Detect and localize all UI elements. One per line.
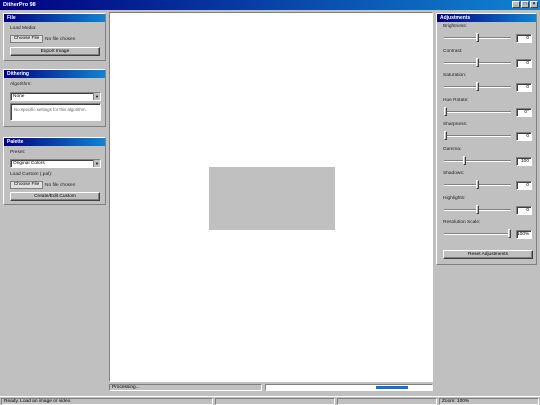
progress-bar (265, 384, 433, 391)
adjustments-panel-title: Adjustments (437, 14, 536, 22)
algorithm-settings-note: No specific settings for this algorithm. (10, 103, 101, 121)
algorithm-select[interactable]: None ▼ (10, 92, 101, 101)
brightness-slider-thumb[interactable] (476, 33, 479, 42)
reset-adjustments-button[interactable]: Reset Adjustments (443, 250, 533, 259)
processing-label: Processing... (109, 384, 262, 391)
status-text: Ready. Load an image or video. (1, 398, 213, 405)
load-custom-label: Load Custom (.pal): (10, 172, 53, 177)
resolution-scale-label: Resolution Scale: (443, 220, 481, 225)
chevron-down-icon[interactable]: ▼ (93, 93, 100, 100)
chevron-down-icon[interactable]: ▼ (93, 160, 100, 167)
no-palette-file-label: No file chosen (45, 183, 76, 188)
palette-panel-title: Palette (4, 138, 105, 146)
preset-value: Original Colors (13, 161, 45, 166)
status-cell-empty-1 (215, 398, 335, 405)
algorithm-value: None (13, 94, 25, 99)
no-media-file-label: No file chosen (45, 37, 76, 42)
title-bar: DitherPro 98 _ □ × (0, 0, 540, 10)
sharpness-slider-track[interactable] (444, 135, 511, 137)
shadows-label: Shadows: (443, 171, 465, 176)
shadows-slider-thumb[interactable] (476, 180, 479, 189)
maximize-button[interactable]: □ (521, 1, 529, 8)
load-media-label: Load Media: (10, 26, 37, 31)
dithering-panel-title: Dithering (4, 70, 105, 78)
gamma-slider-thumb[interactable] (463, 155, 467, 165)
highlights-value-input[interactable]: 0 (516, 205, 532, 215)
brightness-label: Brightness: (443, 24, 467, 29)
resolution-scale-value-input[interactable]: 100% (516, 230, 532, 239)
minimize-button[interactable]: _ (512, 1, 520, 8)
brightness-value-input[interactable]: 0 (516, 34, 532, 43)
app-title: DitherPro 98 (3, 2, 36, 8)
contrast-slider-thumb[interactable] (476, 57, 479, 67)
gamma-label: Gamma: (443, 146, 462, 152)
gamma-slider-track[interactable] (444, 159, 511, 162)
preview-canvas[interactable] (109, 12, 433, 382)
resolution-scale-slider-track[interactable] (444, 233, 511, 235)
hue-rotate-label: Hue Rotate: (443, 97, 469, 103)
highlights-slider-thumb[interactable] (476, 204, 479, 214)
sharpness-value-input[interactable]: 0 (516, 132, 532, 141)
create-edit-custom-button[interactable]: Create/Edit Custom (10, 192, 100, 201)
saturation-slider-thumb[interactable] (476, 82, 479, 91)
adjustments-panel: Adjustments Brightness: 0 Contrast: 0 Satura… (436, 13, 537, 265)
contrast-label: Contrast: (443, 48, 463, 54)
contrast-value-input[interactable]: 0 (516, 58, 532, 68)
hue-rotate-value-input[interactable]: 0° (516, 107, 532, 117)
sharpness-slider-thumb[interactable] (444, 131, 447, 140)
choose-palette-file-button[interactable]: Choose File (10, 181, 43, 189)
close-button[interactable]: × (530, 1, 538, 8)
status-cell-empty-2 (337, 398, 437, 405)
algorithm-label: Algorithm: (10, 82, 32, 87)
hue-rotate-slider-thumb[interactable] (444, 106, 447, 116)
sharpness-label: Sharpness: (443, 122, 468, 127)
choose-media-file-button[interactable]: Choose File (10, 35, 43, 43)
resolution-scale-slider-thumb[interactable] (508, 229, 511, 238)
highlights-label: Highlights: (443, 195, 466, 201)
dithering-panel: Dithering Algorithm: None ▼ No specific … (3, 69, 106, 127)
gamma-value-input[interactable]: 100 (516, 156, 532, 166)
saturation-value-input[interactable]: 0 (516, 83, 532, 92)
file-panel: File Load Media: Choose File No file cho… (3, 13, 106, 61)
preset-select[interactable]: Original Colors ▼ (10, 159, 101, 168)
export-image-button[interactable]: Export Image (10, 47, 100, 56)
status-bar: Ready. Load an image or video. Zoom: 100… (0, 396, 540, 405)
hue-rotate-slider-track[interactable] (444, 110, 511, 113)
shadows-value-input[interactable]: 0 (516, 181, 532, 190)
zoom-indicator: Zoom: 100% (439, 398, 539, 405)
progress-fill (376, 386, 408, 389)
file-panel-title: File (4, 14, 105, 22)
preset-label: Preset: (10, 150, 26, 155)
saturation-label: Saturation: (443, 73, 467, 78)
palette-panel: Palette Preset: Original Colors ▼ Load C… (3, 137, 106, 205)
image-placeholder (209, 167, 335, 230)
